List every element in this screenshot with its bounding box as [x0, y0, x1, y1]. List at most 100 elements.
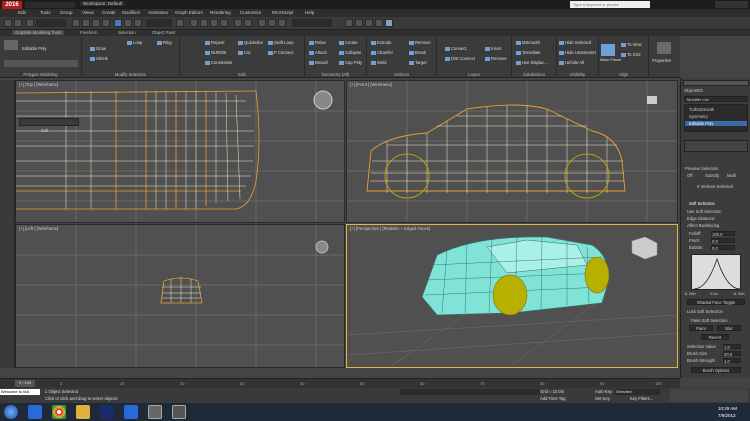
detach-button[interactable]: Detach: [309, 60, 328, 65]
link-icon[interactable]: [26, 19, 34, 27]
render-setup-icon[interactable]: [365, 19, 373, 27]
msmooth-button[interactable]: MSmooth: [516, 40, 540, 45]
nurms-button[interactable]: NURMS: [205, 50, 226, 55]
explorer-icon[interactable]: [76, 405, 90, 419]
workspace-select[interactable]: Workspace: Default: [80, 1, 126, 6]
shaded-face-toggle-button[interactable]: Shaded Face Toggle: [687, 299, 745, 305]
command-panel-tabs[interactable]: [683, 80, 749, 86]
pinch-spinner[interactable]: 0.0: [711, 238, 735, 244]
coordinate-display[interactable]: [400, 389, 540, 395]
app-logo[interactable]: 2016: [2, 1, 22, 9]
preview-off-radio[interactable]: Off: [687, 173, 693, 178]
named-selection-set-dropdown[interactable]: [292, 19, 332, 27]
clock-date[interactable]: 7/9/2013: [718, 413, 736, 418]
falloff-spinner[interactable]: 100.0: [711, 231, 735, 237]
menu-modifiers[interactable]: Modifiers: [122, 10, 140, 15]
angle-snap-icon[interactable]: [200, 19, 208, 27]
set-key-button[interactable]: Set Key: [595, 396, 610, 401]
tessellate-button[interactable]: Tessellate: [516, 50, 541, 55]
brush-strength-spinner[interactable]: 1.0: [723, 358, 741, 364]
menu-group[interactable]: Group: [60, 10, 73, 15]
remove-loop-button[interactable]: Remove: [485, 56, 507, 61]
viewport-front[interactable]: [+] [Front ] [Wireframe]: [346, 80, 678, 223]
add-time-tag[interactable]: Add Time Tag: [540, 396, 566, 401]
swift-loop-button[interactable]: Swift Loop: [268, 40, 294, 45]
insert-button[interactable]: Insert: [485, 46, 501, 51]
menu-customize[interactable]: Customize: [240, 10, 261, 15]
curve-editor-icon[interactable]: [278, 19, 286, 27]
break-button[interactable]: Break: [409, 50, 426, 55]
menu-maxscript[interactable]: MAXScript: [272, 10, 293, 15]
tab-selection[interactable]: Selection: [118, 30, 136, 35]
soft-selection-rollout[interactable]: Soft Selection: [689, 201, 715, 206]
key-filters-button[interactable]: Key Filters...: [630, 396, 653, 401]
affect-backfacing-checkbox[interactable]: Affect Backfacing: [687, 223, 719, 228]
percent-snap-icon[interactable]: [210, 19, 218, 27]
bubble-spinner[interactable]: 0.0: [711, 245, 735, 251]
start-button-icon[interactable]: [4, 405, 18, 419]
select-by-name-icon[interactable]: [82, 19, 90, 27]
revert-button[interactable]: Revert: [701, 334, 729, 340]
tab-graphite-modeling-tools[interactable]: Graphite Modeling Tools: [12, 30, 65, 35]
stack-editable-poly[interactable]: Editable Poly: [685, 121, 747, 126]
modifier-list-dropdown[interactable]: Modifier List: [684, 96, 748, 102]
cut-button[interactable]: Cut: [238, 50, 251, 55]
attach-button[interactable]: Attach: [309, 50, 327, 55]
menu-tools[interactable]: Tools: [40, 10, 51, 15]
clock-time[interactable]: 10:29 AM: [718, 406, 737, 411]
to-grid-button[interactable]: To Grid: [621, 52, 641, 57]
time-slider[interactable]: 0 / 100: [15, 380, 35, 387]
3dsmax-taskbar-icon[interactable]: [148, 405, 162, 419]
menu-create[interactable]: Create: [102, 10, 116, 15]
pivot-icon[interactable]: [176, 19, 184, 27]
quickslice-button[interactable]: Quickslice: [238, 40, 263, 45]
remove-button[interactable]: Remove: [409, 40, 431, 45]
viewport-perspective[interactable]: [+] [Perspective ] [Realistic + Edged Fa…: [346, 224, 678, 368]
ring-button[interactable]: Ring: [157, 40, 172, 45]
use-soft-selection-checkbox[interactable]: Use Soft Selection: [687, 209, 721, 214]
render-teapot-icon[interactable]: [385, 19, 393, 27]
hide-unselected-button[interactable]: Hide Unselected: [559, 50, 596, 55]
camtasia-icon[interactable]: [172, 405, 186, 419]
shrink-button[interactable]: Shrink: [90, 56, 108, 61]
p-connect-button[interactable]: P Connect: [268, 50, 293, 55]
rectangular-selection-icon[interactable]: [92, 19, 100, 27]
spinner-snap-icon[interactable]: [220, 19, 228, 27]
viewport-top[interactable]: [+] [Top ] [Wireframe] Soft: [15, 80, 345, 223]
loop-button[interactable]: Loop: [127, 40, 142, 45]
quick-access-toolbar[interactable]: [25, 2, 75, 8]
redo-icon[interactable]: [14, 19, 22, 27]
timeline[interactable]: 0 / 100 0 10 20 30 40 50 60 70 80 90 100: [0, 378, 680, 388]
auto-key-button[interactable]: Auto Key: [595, 389, 612, 394]
window-crossing-icon[interactable]: [102, 19, 110, 27]
tab-object-paint[interactable]: Object Paint: [152, 30, 175, 35]
preview-multi-radio[interactable]: Multi: [727, 173, 736, 178]
ie-icon[interactable]: [28, 405, 42, 419]
chrome-icon[interactable]: [52, 405, 66, 419]
brush-size-spinner[interactable]: 20.0: [723, 351, 741, 357]
selection-value-spinner[interactable]: 1.0: [723, 344, 741, 350]
reference-coordinate-dropdown[interactable]: [146, 19, 172, 27]
tab-freeform[interactable]: Freeform: [80, 30, 97, 35]
edge-distance-checkbox[interactable]: Edge Distance:: [687, 216, 715, 221]
stack-toolbar[interactable]: [684, 140, 748, 152]
schematic-view-icon[interactable]: [345, 19, 353, 27]
rotate-icon[interactable]: [124, 19, 132, 27]
menu-animation[interactable]: Animation: [148, 10, 168, 15]
relax-button[interactable]: Relax: [309, 40, 326, 45]
lock-soft-selection-checkbox[interactable]: Lock Soft Selection: [687, 309, 723, 314]
to-view-button[interactable]: To View: [621, 42, 642, 47]
selected-keys-dropdown[interactable]: Selected: [615, 389, 660, 395]
layer-manager-icon[interactable]: [258, 19, 266, 27]
window-controls[interactable]: [715, 1, 748, 8]
menu-graph-editors[interactable]: Graph Editors: [175, 10, 203, 15]
undo-icon[interactable]: [4, 19, 12, 27]
grow-button[interactable]: Grow: [90, 46, 106, 51]
use-displace-button[interactable]: Use Displac...: [516, 60, 548, 65]
snap-toggle-icon[interactable]: [190, 19, 198, 27]
align-icon[interactable]: [244, 19, 252, 27]
repeat-button[interactable]: Repeat: [205, 40, 225, 45]
move-icon[interactable]: [114, 19, 122, 27]
photoshop-icon[interactable]: [100, 405, 114, 419]
modifier-stack[interactable]: TurboSmooth Symmetry Editable Poly: [684, 104, 748, 132]
